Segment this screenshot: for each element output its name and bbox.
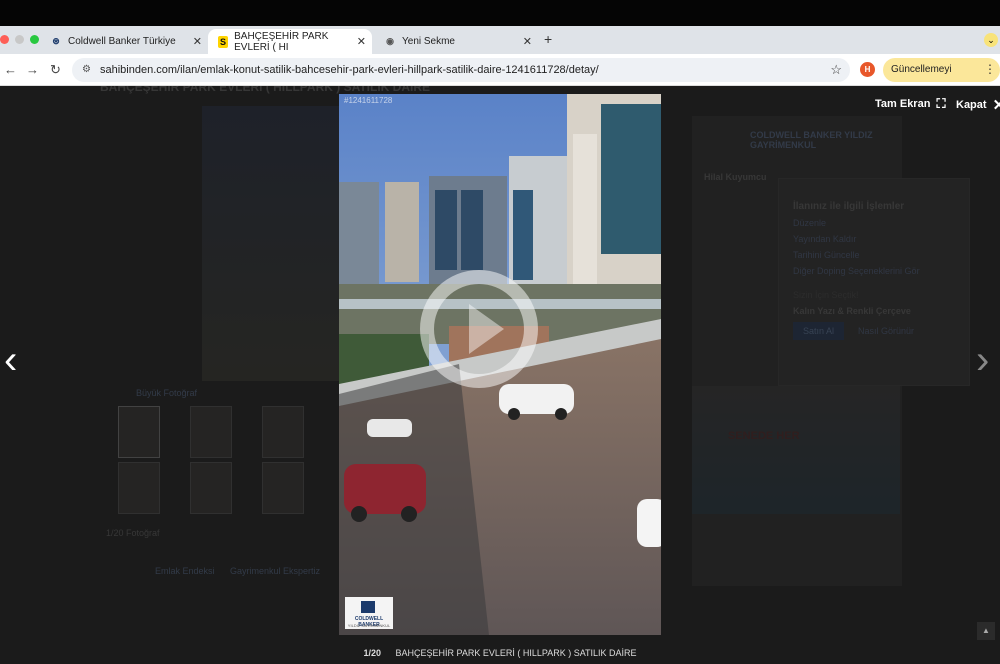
fullscreen-label: Tam Ekran: [875, 98, 931, 110]
close-label: Kapat: [956, 99, 987, 111]
chrome-icon: ◉: [386, 36, 394, 46]
fullscreen-icon: ⛶: [936, 96, 946, 111]
menu-icon[interactable]: ⋮: [984, 62, 996, 76]
fullscreen-button[interactable]: Tam Ekran ⛶: [875, 96, 946, 112]
close-tab-icon[interactable]: ✕: [357, 35, 366, 48]
next-photo-arrow[interactable]: ›: [976, 340, 989, 380]
window-controls: [0, 35, 39, 44]
window-top-bar: [0, 0, 1000, 26]
maximize-window-button[interactable]: [30, 35, 39, 44]
previous-photo-arrow[interactable]: ‹: [4, 340, 17, 380]
photo-caption-bar: 1/20 BAHÇEŞEHİR PARK EVLERİ ( HILLPARK )…: [0, 642, 1000, 664]
url-text: sahibinden.com/ilan/emlak-konut-satilik-…: [100, 64, 599, 76]
extension-icon[interactable]: H: [860, 62, 875, 77]
tab-strip: ⊛ Coldwell Banker Türkiye ✕ S BAHÇEŞEHİR…: [0, 26, 1000, 54]
tab-coldwell-banker[interactable]: ⊛ Coldwell Banker Türkiye ✕: [40, 29, 208, 54]
tab-label: Coldwell Banker Türkiye: [68, 36, 176, 47]
tab-label: Yeni Sekme: [402, 36, 455, 47]
scroll-top-icon[interactable]: ▲: [977, 622, 995, 640]
photo-watermark-id: #1241611728: [344, 96, 393, 105]
navigation-bar: ← → ↻ ⚙ sahibinden.com/ilan/emlak-konut-…: [0, 54, 1000, 99]
close-tab-icon[interactable]: ✕: [193, 35, 202, 48]
new-tab-button[interactable]: +: [544, 31, 552, 47]
photo-caption: BAHÇEŞEHİR PARK EVLERİ ( HILLPARK ) SATI…: [395, 648, 637, 658]
listing-photo: #1241611728 COLDWELL BANKER YILDIZ GAYRİ…: [339, 94, 661, 635]
tab-label: BAHÇEŞEHİR PARK EVLERİ ( HI: [234, 30, 329, 53]
close-window-button[interactable]: [0, 35, 9, 44]
close-tab-icon[interactable]: ✕: [523, 35, 532, 48]
photo-logo-subtext: YILDIZ GAYRİMENKUL: [347, 623, 391, 628]
close-button[interactable]: Kapat ✕: [956, 96, 1000, 114]
minimize-window-button[interactable]: [15, 35, 24, 44]
photo-counter: 1/20: [363, 648, 381, 658]
coldwell-banker-icon: ⊛: [52, 36, 60, 46]
photo-illustration: [339, 94, 661, 635]
back-icon[interactable]: ←: [4, 62, 17, 77]
bookmark-star-icon[interactable]: ☆: [830, 62, 842, 78]
update-button[interactable]: Güncellemeyi tamamla: [883, 58, 1000, 99]
tab-search-icon[interactable]: ⌄: [984, 33, 998, 47]
tab-new[interactable]: ◉ Yeni Sekme ✕: [374, 29, 538, 54]
reload-icon[interactable]: ↻: [50, 62, 61, 78]
forward-icon[interactable]: →: [26, 62, 39, 77]
close-icon: ✕: [992, 97, 1000, 114]
sahibinden-icon: S: [218, 35, 229, 48]
address-bar[interactable]: ⚙ sahibinden.com/ilan/emlak-konut-satili…: [72, 58, 850, 82]
site-settings-icon[interactable]: ⚙: [82, 64, 94, 76]
tab-sahibinden[interactable]: S BAHÇEŞEHİR PARK EVLERİ ( HI ✕: [208, 29, 372, 54]
